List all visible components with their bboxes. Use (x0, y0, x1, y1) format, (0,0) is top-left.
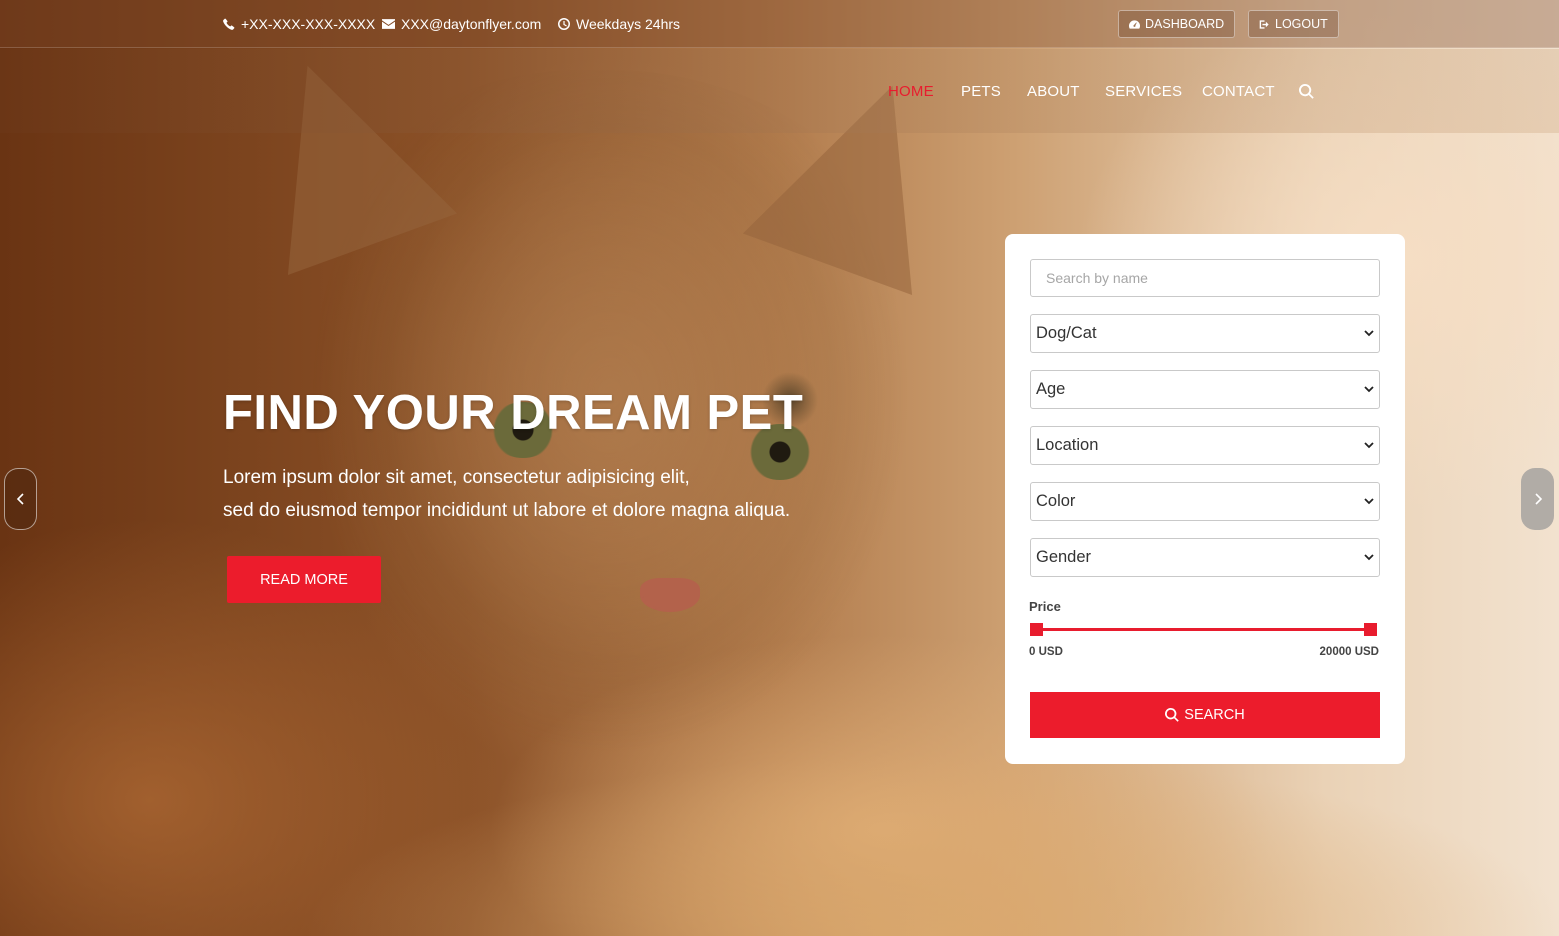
hero-title: FIND YOUR DREAM PET (223, 386, 804, 440)
pet-search-panel: Dog/Cat Age Location Color Gender Price … (1005, 234, 1405, 764)
location-select[interactable]: Location (1030, 426, 1380, 465)
chevron-down-icon (1364, 554, 1374, 561)
nav-item-home[interactable]: HOME (888, 83, 934, 100)
price-slider-min-handle[interactable] (1030, 623, 1043, 636)
age-value: Age (1036, 380, 1066, 398)
email-address: XXX@daytonflyer.com (401, 16, 542, 32)
logout-icon (1259, 19, 1269, 29)
top-bar: +XX-XXX-XXX-XXXX XXX@daytonflyer.com Wee… (0, 0, 1559, 48)
nav-item-about[interactable]: ABOUT (1027, 83, 1080, 100)
search-by-name-input[interactable] (1030, 259, 1380, 297)
carousel-next-button[interactable] (1521, 468, 1554, 530)
search-icon (1299, 84, 1314, 99)
chevron-left-icon (16, 493, 24, 505)
price-max-value: 20000 USD (1319, 646, 1379, 658)
price-slider-max-handle[interactable] (1364, 623, 1377, 636)
logout-button[interactable]: LOGOUT (1248, 10, 1339, 38)
pet-type-value: Dog/Cat (1036, 324, 1097, 342)
hero-subtitle-line-2: sed do eiusmod tempor incididunt ut labo… (223, 500, 791, 521)
hours-text: Weekdays 24hrs (576, 16, 681, 32)
price-min-value: 0 USD (1029, 646, 1063, 658)
pet-type-select[interactable]: Dog/Cat (1030, 314, 1380, 353)
gender-select[interactable]: Gender (1030, 538, 1380, 577)
chevron-down-icon (1364, 442, 1374, 449)
search-button[interactable]: SEARCH (1030, 692, 1380, 738)
envelope-icon (382, 19, 395, 29)
main-navigation: HOME PETS ABOUT SERVICES CONTACT (0, 49, 1559, 133)
dashboard-icon (1129, 19, 1140, 29)
carousel-prev-button[interactable] (4, 468, 37, 530)
location-value: Location (1036, 436, 1099, 454)
nav-search-button[interactable] (1299, 84, 1314, 103)
clock-icon (558, 18, 570, 30)
dashboard-button[interactable]: DASHBOARD (1118, 10, 1236, 38)
chevron-down-icon (1364, 330, 1374, 337)
contact-email: XXX@daytonflyer.com (382, 16, 541, 32)
cat-nose (640, 578, 700, 612)
nav-item-services[interactable]: SERVICES (1105, 83, 1182, 100)
phone-number: +XX-XXX-XXX-XXXX (241, 16, 376, 32)
price-slider-track[interactable] (1035, 628, 1371, 631)
search-icon (1165, 708, 1180, 722)
color-select[interactable]: Color (1030, 482, 1380, 521)
chevron-down-icon (1364, 386, 1374, 393)
logout-label: LOGOUT (1275, 17, 1328, 31)
search-button-label: SEARCH (1184, 707, 1245, 723)
dashboard-label: DASHBOARD (1145, 17, 1225, 31)
nav-item-pets[interactable]: PETS (961, 83, 1001, 100)
contact-hours: Weekdays 24hrs (558, 16, 680, 32)
nav-item-contact[interactable]: CONTACT (1202, 83, 1275, 100)
phone-icon (223, 18, 235, 30)
gender-value: Gender (1036, 548, 1092, 566)
read-more-button[interactable]: READ MORE (227, 556, 381, 603)
price-label: Price (1029, 599, 1061, 614)
age-select[interactable]: Age (1030, 370, 1380, 409)
hero-subtitle-line-1: Lorem ipsum dolor sit amet, consectetur … (223, 467, 690, 488)
contact-phone: +XX-XXX-XXX-XXXX (223, 16, 375, 32)
chevron-right-icon (1534, 493, 1542, 505)
chevron-down-icon (1364, 498, 1374, 505)
color-value: Color (1036, 492, 1076, 510)
